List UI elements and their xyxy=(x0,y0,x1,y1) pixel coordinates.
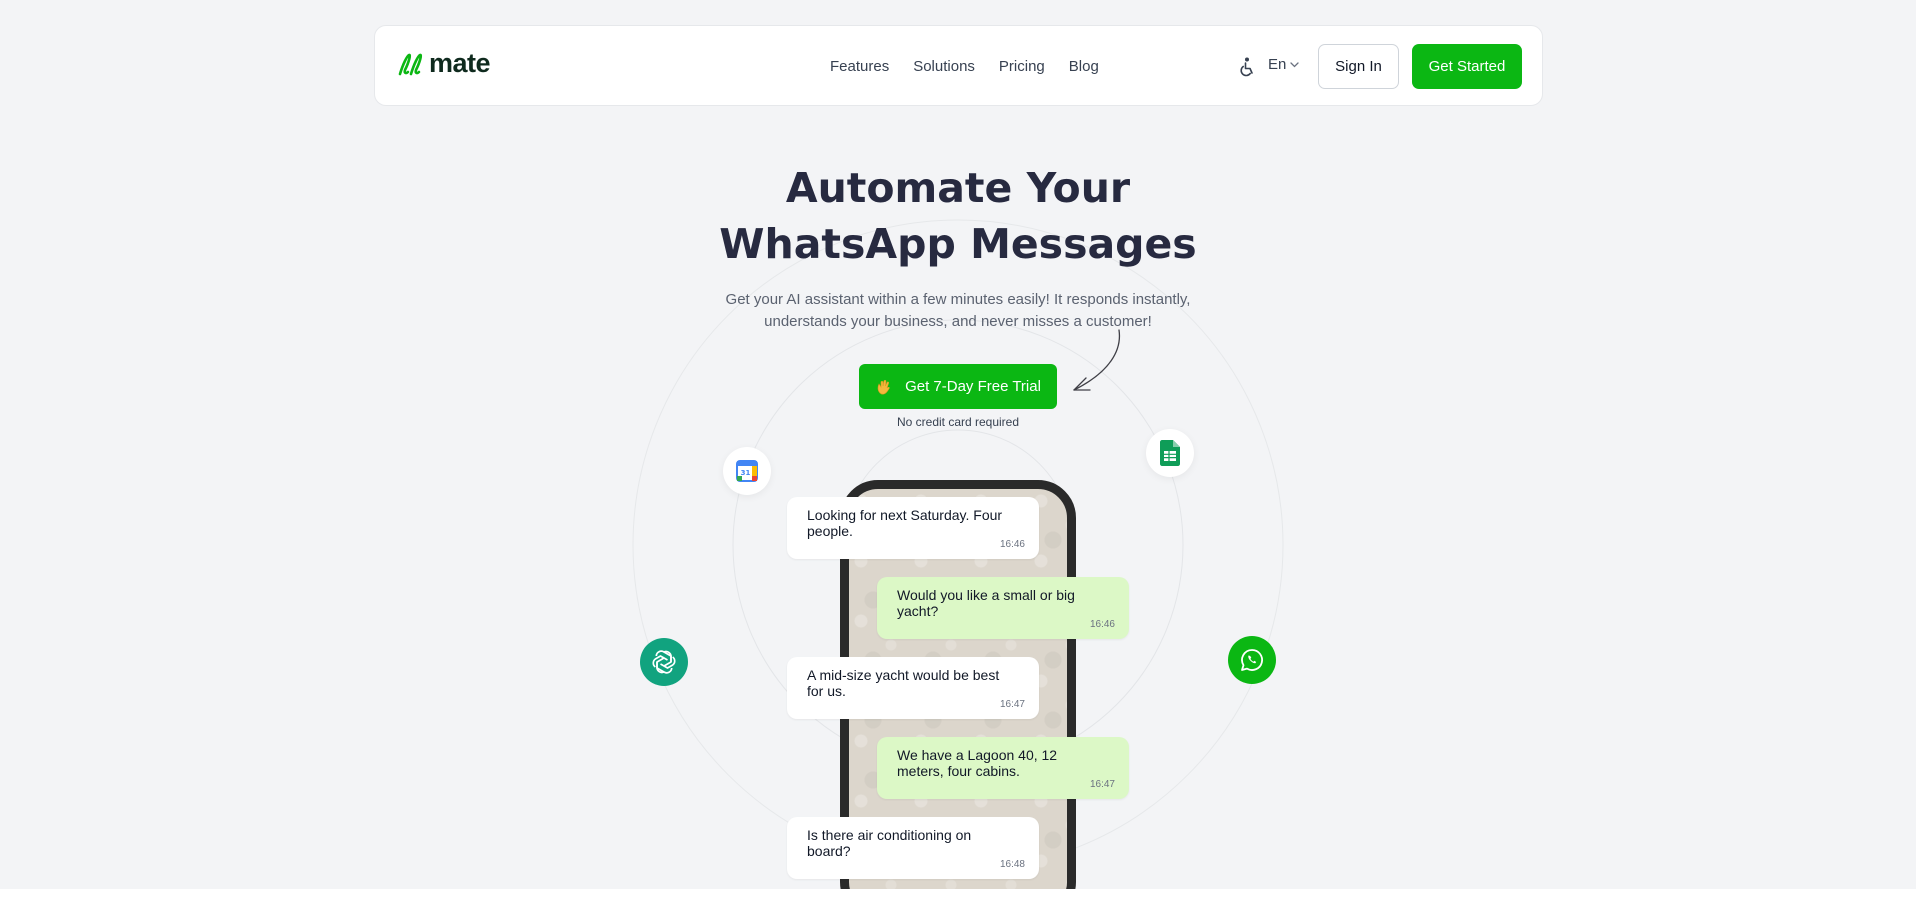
message-time: 16:46 xyxy=(1089,619,1115,630)
message-text: We have a Lagoon 40, 12 meters, four cab… xyxy=(897,747,1058,779)
message-time: 16:48 xyxy=(999,859,1025,870)
google-calendar-icon: 31 xyxy=(736,460,758,482)
hero-title-line2: WhatsApp Messages xyxy=(719,220,1197,268)
google-calendar-badge: 31 xyxy=(723,447,771,495)
language-label: En xyxy=(1268,56,1287,73)
nav-blog[interactable]: Blog xyxy=(1069,58,1099,75)
message-time: 16:46 xyxy=(999,539,1025,550)
google-sheets-badge xyxy=(1146,429,1194,477)
chat-message-incoming: Looking for next Saturday. Four people. … xyxy=(787,497,1039,559)
message-text: Looking for next Saturday. Four people. xyxy=(807,507,1003,539)
sign-in-button[interactable]: Sign In xyxy=(1318,44,1399,89)
chat-message-incoming: A mid-size yacht would be best for us. 1… xyxy=(787,657,1039,719)
svg-text:31: 31 xyxy=(741,469,751,477)
chevron-down-icon xyxy=(1290,62,1300,68)
nav-solutions[interactable]: Solutions xyxy=(913,58,975,75)
language-selector[interactable]: En xyxy=(1268,56,1300,73)
message-time: 16:47 xyxy=(999,699,1025,710)
no-credit-card-note: No credit card required xyxy=(896,415,1020,429)
chat-message-outgoing: We have a Lagoon 40, 12 meters, four cab… xyxy=(877,737,1129,799)
google-sheets-icon xyxy=(1160,440,1180,466)
logo-mark-icon xyxy=(398,53,423,75)
message-text: A mid-size yacht would be best for us. xyxy=(807,667,1000,699)
hand-drawn-arrow-icon xyxy=(1073,329,1121,391)
hero-title-line1: Automate Your xyxy=(785,164,1131,212)
top-navbar: mate Features Solutions Pricing Blog En … xyxy=(374,25,1543,106)
bottom-strip xyxy=(0,889,1916,909)
hero-subtitle-line1: Get your AI assistant within a few minut… xyxy=(725,291,1191,308)
message-time: 16:47 xyxy=(1089,779,1115,790)
nav-pricing[interactable]: Pricing xyxy=(999,58,1045,75)
waving-hand-icon xyxy=(877,379,890,394)
main-nav: Features Solutions Pricing Blog xyxy=(830,26,1123,107)
chat-message-outgoing: Would you like a small or big yacht? 16:… xyxy=(877,577,1129,639)
chat-message-incoming: Is there air conditioning on board? 16:4… xyxy=(787,817,1039,879)
logo[interactable]: mate xyxy=(397,48,491,79)
get-started-button[interactable]: Get Started xyxy=(1412,44,1522,89)
whatsapp-icon xyxy=(1241,649,1263,671)
message-text: Is there air conditioning on board? xyxy=(807,827,972,859)
hero-subtitle: Get your AI assistant within a few minut… xyxy=(708,289,1208,333)
chatgpt-icon xyxy=(652,650,676,674)
landing-page: mate Features Solutions Pricing Blog En … xyxy=(0,0,1916,909)
nav-features[interactable]: Features xyxy=(830,58,889,75)
accessibility-icon[interactable] xyxy=(1236,56,1258,78)
free-trial-button[interactable]: Get 7-Day Free Trial xyxy=(859,364,1057,409)
free-trial-label: Get 7-Day Free Trial xyxy=(905,378,1041,395)
message-text: Would you like a small or big yacht? xyxy=(897,587,1075,619)
whatsapp-badge xyxy=(1228,636,1276,684)
logo-text: mate xyxy=(429,48,491,78)
hero-title: Automate Your WhatsApp Messages xyxy=(558,160,1358,272)
chatgpt-badge xyxy=(640,638,688,686)
